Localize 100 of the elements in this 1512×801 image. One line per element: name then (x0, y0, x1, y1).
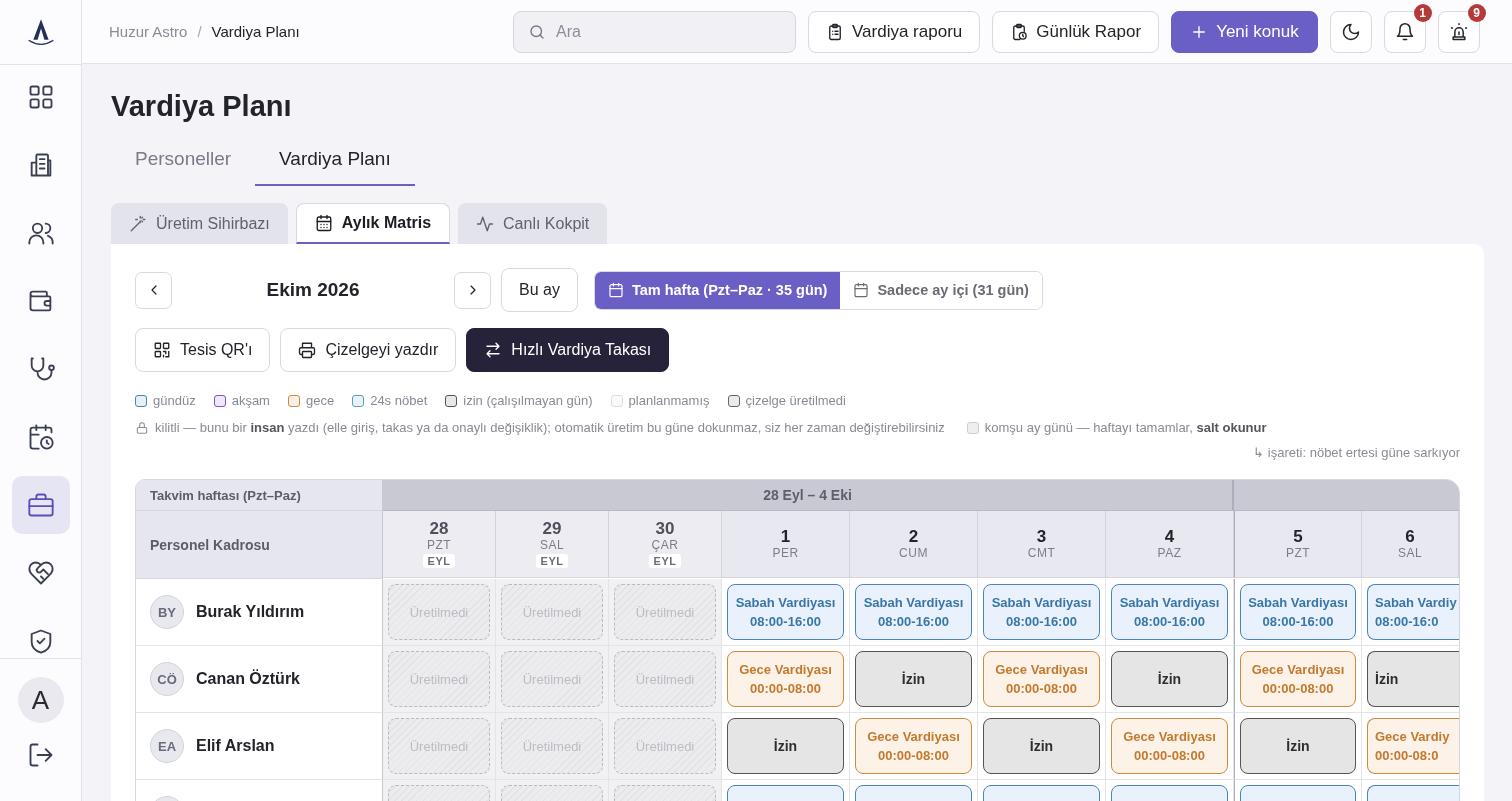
shift-title: İzin (773, 738, 798, 754)
neighbor-day-swatch (966, 421, 979, 434)
magic-wand-icon (129, 214, 147, 233)
new-guest-button[interactable]: Yeni konuk (1171, 10, 1318, 53)
weekday-label: SAL (539, 538, 565, 552)
swap-button[interactable]: Hızlı Vardiya Takası (466, 328, 670, 372)
shift-time: 00:00-08:00 (1006, 681, 1077, 696)
sidebar-item[interactable] (11, 476, 70, 534)
shift-title: Sabah Vardiyası (735, 595, 836, 610)
leave-slot[interactable]: İzin (1367, 651, 1459, 707)
qr-code-icon (153, 341, 171, 359)
shift-time: 00:00-08:00 (1134, 748, 1205, 763)
leave-slot[interactable]: İzin (1111, 651, 1228, 707)
week-label: 28 Eyl – 4 Eki (763, 487, 852, 503)
weekday-label: PER (772, 546, 799, 560)
shift-slot[interactable]: Sabah Vardiyası 08:00-16:00 (983, 584, 1100, 640)
shift-time: 08:00-16:00 (878, 614, 949, 629)
print-button[interactable]: Çizelgeyi yazdır (280, 328, 457, 372)
legend-label: çizelge üretilmedi (745, 393, 846, 408)
staff-name: Canan Öztürk (196, 670, 300, 688)
staff-name: Elif Arslan (196, 737, 275, 755)
view-tab[interactable]: Üretim Sihirbazı (111, 203, 288, 244)
staff-avatar: CÖ (150, 662, 184, 696)
leave-slot[interactable]: İzin (1240, 718, 1356, 774)
view-tab[interactable]: Aylık Matris (295, 203, 451, 244)
weekday-label: ÇAR (651, 538, 679, 552)
lock-icon (135, 420, 149, 435)
carry-note: ↳ işareti: nöbet ertesi güne sarkıyor (1253, 445, 1460, 460)
weekday-label: PZT (1285, 546, 1311, 560)
lock-note: kilitli — bunu bir insan yazdı (elle giriş, takas ya da onaylı değişiklik); otomatik üretim bu güne dokunmaz, siz her zaman değiştirebilirsiniz (155, 420, 945, 435)
pulse-icon (476, 214, 495, 233)
search-icon (528, 22, 546, 41)
heart-handshake-icon (26, 559, 55, 587)
printer-icon (298, 341, 317, 359)
shift-title: İzin (901, 671, 926, 687)
shift-time: 08:00-16:0 (1375, 614, 1439, 629)
weekday-label: CMT (1027, 546, 1056, 560)
shift-slot[interactable]: Gece Vardiy 00:00-08:0 (1367, 718, 1459, 774)
weekday-label: CUM (899, 546, 928, 560)
leave-slot[interactable]: İzin (855, 651, 972, 707)
shift-slot[interactable]: Sabah Vardiy 08:00-16:0 (1367, 584, 1459, 640)
breadcrumb-item[interactable]: Huzur Astro (109, 23, 188, 40)
search-field[interactable]: Ara (513, 10, 796, 53)
report-button[interactable]: Günlük Rapor (992, 10, 1160, 53)
calendar-icon (314, 214, 333, 232)
report-button[interactable]: Vardiya raporu (808, 10, 981, 53)
view-tab[interactable]: Canlı Kokpit (458, 203, 608, 244)
legend-label: gece (305, 393, 335, 408)
shift-slot[interactable]: Sabah Vardiyası 08:00-16:00 (1240, 584, 1356, 640)
shift-slot[interactable]: Gece Vardiyası 00:00-08:00 (1240, 651, 1356, 707)
tab[interactable]: Vardiya Planı (255, 140, 415, 186)
range-option[interactable]: Tam hafta (Pzt–Paz · 35 gün) (594, 271, 841, 309)
count-badge: 1 (1413, 3, 1432, 22)
shift-title: Gece Vardiyası (1123, 729, 1216, 744)
day-number: 3 (1036, 528, 1047, 546)
legend-label: izin (çalışılmayan gün) (463, 393, 593, 408)
shift-slot[interactable]: Gece Vardiyası 00:00-08:00 (727, 651, 844, 707)
user-avatar[interactable]: A (17, 677, 64, 723)
shift-slot[interactable]: Sabah Vardiyası 08:00-16:00 (855, 584, 972, 640)
legend-label: 24s nöbet (370, 393, 428, 408)
siren-icon (1448, 21, 1469, 42)
alerts-button[interactable] (1437, 10, 1480, 53)
shift-time: 08:00-16:00 (1262, 614, 1334, 629)
leave-slot[interactable]: İzin (727, 718, 844, 774)
day-number: 1 (780, 528, 791, 546)
legend-label: gündüz (153, 393, 196, 408)
weekday-label: PAZ (1157, 546, 1182, 560)
bell-icon (1394, 21, 1415, 42)
shift-time: 00:00-08:00 (750, 681, 821, 696)
current-month-button[interactable]: Bu ay (501, 268, 578, 312)
shift-time: 00:00-08:00 (1262, 681, 1334, 696)
month-label: Ekim 2026 (265, 279, 361, 301)
staff-avatar: BY (150, 595, 184, 629)
day-number: 29 (542, 520, 562, 538)
staff-avatar: EA (150, 729, 184, 763)
weekday-label: SAL (1397, 546, 1423, 560)
day-number: 30 (655, 520, 675, 538)
shift-slot[interactable]: Gece Vardiyası 00:00-08:00 (1111, 718, 1228, 774)
swap-arrows-icon (484, 341, 503, 359)
shift-title: İzin (1375, 671, 1399, 687)
notifications-button[interactable] (1383, 10, 1426, 53)
page-title: Vardiya Planı (111, 89, 293, 124)
shift-slot[interactable]: Gece Vardiyası 00:00-08:00 (855, 718, 972, 774)
qr-button[interactable]: Tesis QR'ı (135, 328, 271, 372)
breadcrumb-separator: / (197, 23, 202, 40)
shift-slot[interactable]: Sabah Vardiyası 08:00-16:00 (727, 584, 844, 640)
shift-title: Gece Vardiyası (867, 729, 960, 744)
shift-slot[interactable]: Gece Vardiyası 00:00-08:00 (983, 651, 1100, 707)
briefcase-icon (26, 491, 55, 519)
table-header-cell: Takvim haftası (Pzt–Paz) (136, 480, 383, 511)
day-number: 6 (1405, 528, 1415, 546)
shift-title: Sabah Vardiyası (991, 595, 1092, 610)
leave-slot[interactable]: İzin (983, 718, 1100, 774)
shift-title: İzin (1029, 738, 1054, 754)
tab[interactable]: Personeller (111, 140, 256, 186)
theme-button[interactable] (1329, 10, 1372, 53)
legend-label: akşam (231, 393, 270, 408)
shift-slot[interactable]: Sabah Vardiyası 08:00-16:00 (1111, 584, 1228, 640)
neighbor-note: komşu ay günü — haftayı tamamlar, salt okunur (984, 420, 1267, 435)
month-tag: EYL (535, 554, 569, 568)
